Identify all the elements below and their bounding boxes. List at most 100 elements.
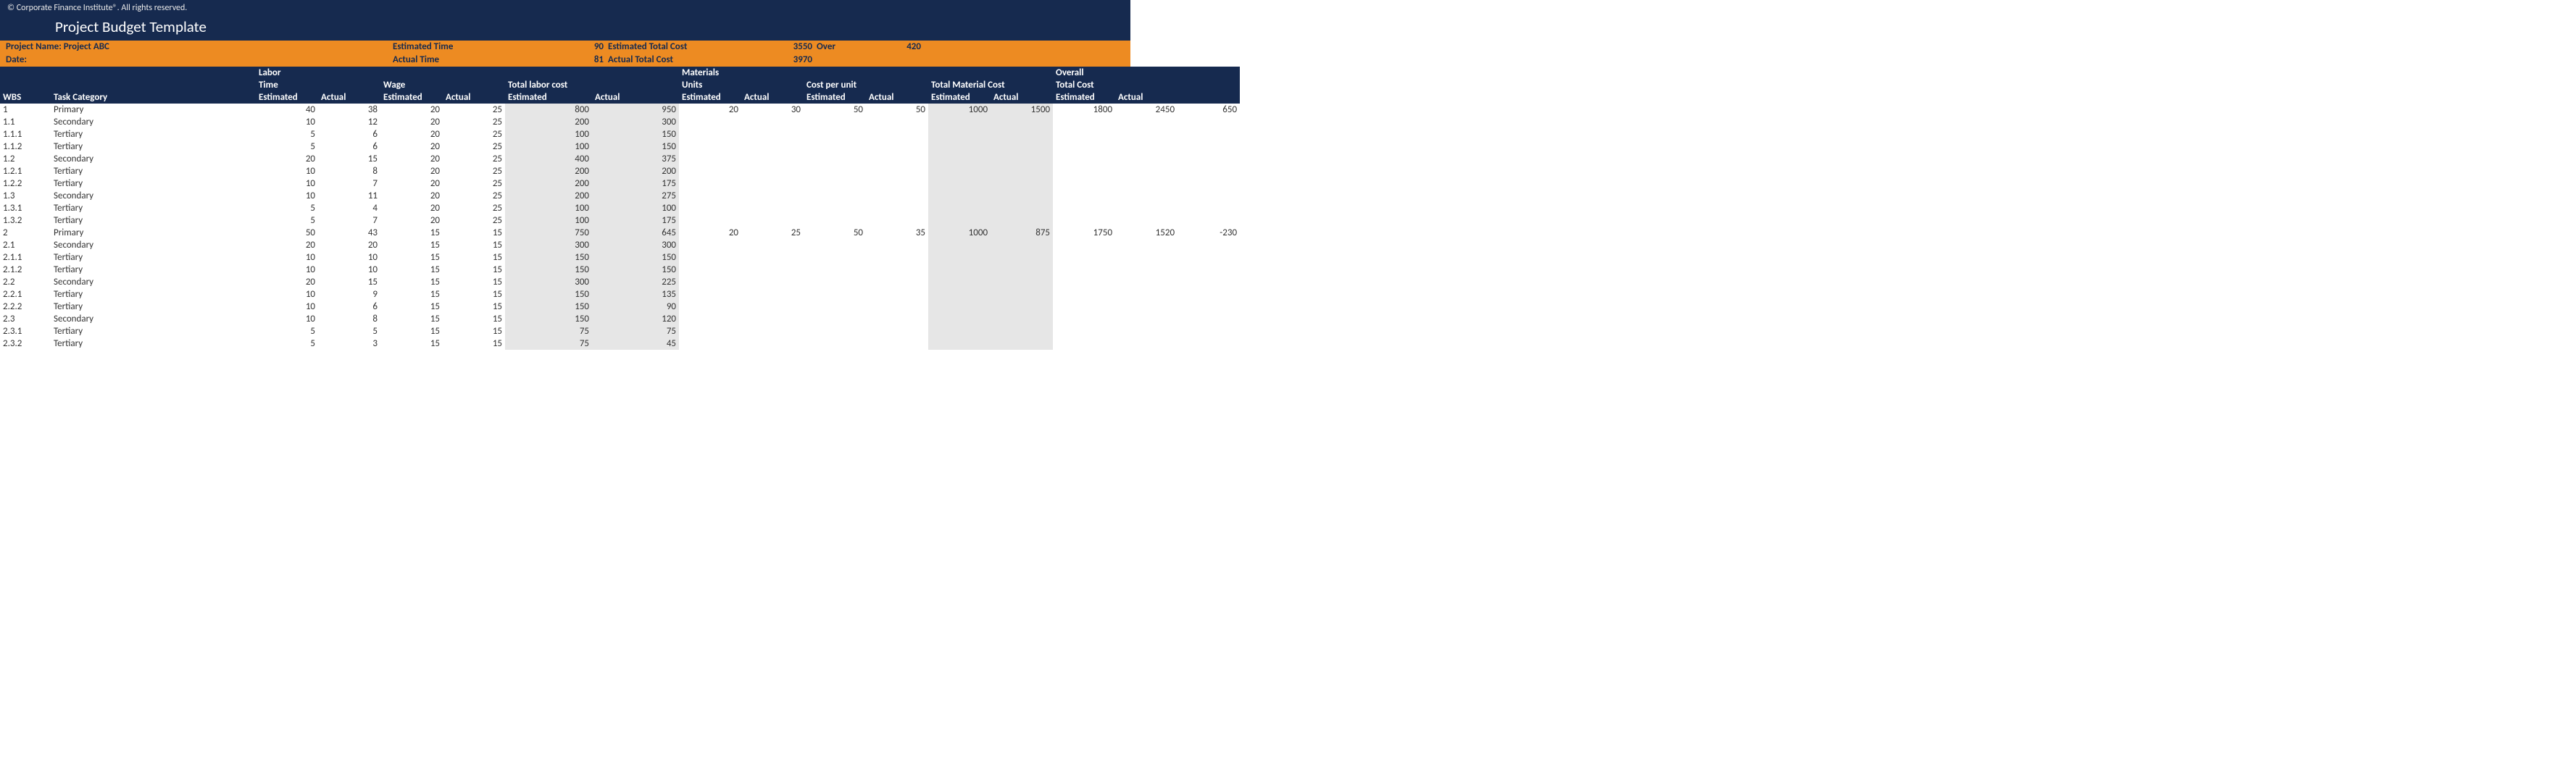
cell-task: Primary [51, 227, 256, 239]
cell-cpuAct [866, 264, 928, 276]
cell-diff: 650 [1177, 104, 1240, 116]
cell-task: Secondary [51, 313, 256, 325]
cell-unitsAct [741, 128, 804, 140]
hdr-materials: Materials [679, 67, 804, 79]
cell-tmcEst [928, 264, 991, 276]
cell-cpuEst [804, 190, 866, 202]
cell-wageAct: 15 [443, 251, 505, 264]
cell-unitsEst: 20 [679, 227, 741, 239]
cell-tmcEst [928, 140, 991, 153]
cell-unitsAct [741, 239, 804, 251]
cell-wageAct: 15 [443, 301, 505, 313]
cell-wageEst: 20 [380, 104, 443, 116]
cell-unitsEst: 20 [679, 104, 741, 116]
cell-unitsEst [679, 239, 741, 251]
date-label: Date: [0, 54, 393, 67]
cell-timeAct: 43 [318, 227, 380, 239]
cell-timeAct: 15 [318, 153, 380, 165]
cell-task: Tertiary [51, 128, 256, 140]
cell-timeAct: 20 [318, 239, 380, 251]
cell-tmcAct [991, 214, 1053, 227]
hdr-units-act: Actual [741, 91, 804, 104]
cell-totAct [1115, 337, 1177, 350]
cell-timeAct: 6 [318, 128, 380, 140]
table-row: 1.1Secondary10122025200300 [0, 116, 1240, 128]
cell-diff [1177, 325, 1240, 337]
cell-unitsAct [741, 190, 804, 202]
cell-diff [1177, 116, 1240, 128]
cell-unitsAct [741, 264, 804, 276]
cell-wageAct: 25 [443, 116, 505, 128]
cell-tmcEst [928, 251, 991, 264]
cell-tmcEst [928, 337, 991, 350]
cell-wageEst: 15 [380, 301, 443, 313]
cell-wageEst: 15 [380, 276, 443, 288]
cell-wbs: 2.2.1 [0, 288, 51, 301]
cell-totEst [1053, 251, 1115, 264]
cell-wbs: 2 [0, 227, 51, 239]
cell-totAct [1115, 140, 1177, 153]
cell-tmcAct [991, 301, 1053, 313]
cell-timeEst: 10 [256, 264, 318, 276]
over-value: 420 [892, 41, 921, 54]
cell-totAct [1115, 153, 1177, 165]
cell-cpuAct: 50 [866, 104, 928, 116]
hdr-total-cost: Total Cost [1053, 79, 1240, 91]
cell-wageAct: 15 [443, 276, 505, 288]
table-row: 2.3.1Tertiary5515157575 [0, 325, 1240, 337]
cell-tlcEst: 300 [505, 239, 592, 251]
cell-cpuEst [804, 276, 866, 288]
cell-timeEst: 40 [256, 104, 318, 116]
cell-totEst [1053, 288, 1115, 301]
cell-timeEst: 20 [256, 276, 318, 288]
cell-cpuEst [804, 202, 866, 214]
cell-wageAct: 25 [443, 128, 505, 140]
cell-wageAct: 15 [443, 313, 505, 325]
cell-diff [1177, 239, 1240, 251]
cell-cpuAct [866, 276, 928, 288]
cell-task: Tertiary [51, 214, 256, 227]
cell-tlcAct: 175 [592, 214, 679, 227]
cell-timeEst: 5 [256, 337, 318, 350]
cell-wageEst: 20 [380, 140, 443, 153]
cell-tlcEst: 150 [505, 288, 592, 301]
cell-tlcAct: 90 [592, 301, 679, 313]
cell-cpuAct [866, 288, 928, 301]
cell-wageEst: 20 [380, 177, 443, 190]
hdr-task: Task Category [51, 91, 256, 104]
cell-diff [1177, 177, 1240, 190]
cell-totAct: 2450 [1115, 104, 1177, 116]
act-total-cost-label: Actual Total Cost [607, 54, 780, 67]
cell-tlcEst: 75 [505, 337, 592, 350]
cell-cpuEst [804, 128, 866, 140]
cell-task: Tertiary [51, 301, 256, 313]
cell-unitsAct [741, 288, 804, 301]
cell-wageAct: 25 [443, 153, 505, 165]
cell-wageAct: 25 [443, 190, 505, 202]
cell-unitsAct [741, 325, 804, 337]
cell-totAct [1115, 165, 1177, 177]
hdr-total-material: Total Material Cost [928, 79, 1053, 91]
cell-wageEst: 15 [380, 264, 443, 276]
cell-tmcEst: 1000 [928, 104, 991, 116]
table-row: 1.1.2Tertiary562025100150 [0, 140, 1240, 153]
hdr-tlc-act: Actual [592, 91, 679, 104]
cell-wageEst: 20 [380, 128, 443, 140]
cell-totAct [1115, 325, 1177, 337]
cell-tmcEst [928, 177, 991, 190]
hdr-wage-est: Estimated [380, 91, 443, 104]
cell-tmcEst [928, 202, 991, 214]
cell-cpuEst: 50 [804, 227, 866, 239]
cell-cpuAct [866, 251, 928, 264]
cell-wageEst: 15 [380, 288, 443, 301]
cell-task: Tertiary [51, 140, 256, 153]
cell-unitsAct [741, 153, 804, 165]
cell-timeEst: 10 [256, 251, 318, 264]
cell-timeAct: 7 [318, 177, 380, 190]
project-name: Project Name: Project ABC [0, 41, 393, 54]
cell-totEst: 1800 [1053, 104, 1115, 116]
cell-wageEst: 20 [380, 202, 443, 214]
cell-timeEst: 50 [256, 227, 318, 239]
cell-timeAct: 38 [318, 104, 380, 116]
cell-totEst [1053, 239, 1115, 251]
